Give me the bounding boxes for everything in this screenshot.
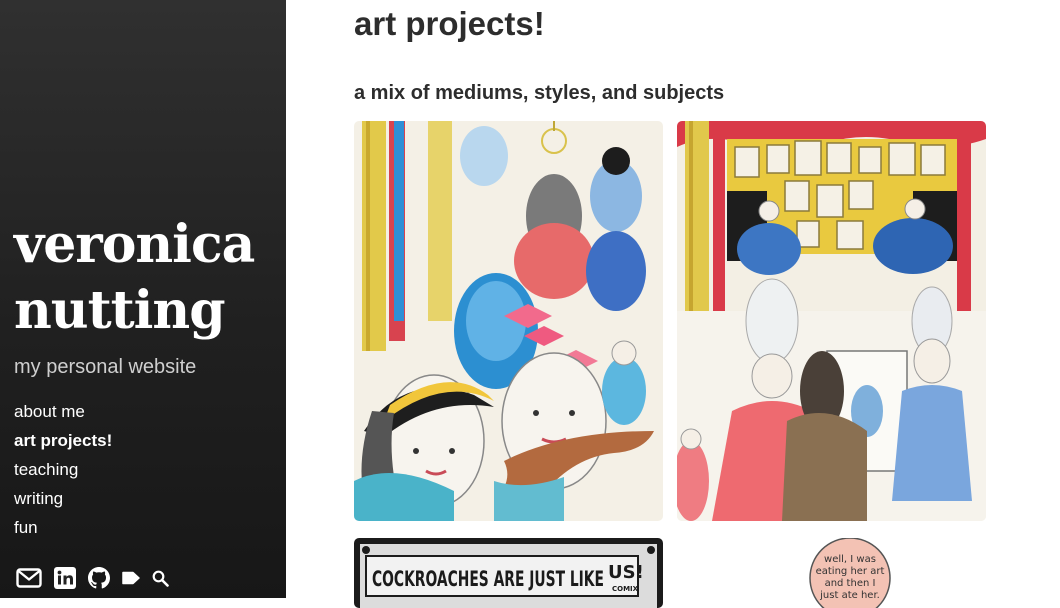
site-tagline: my personal website (14, 356, 197, 378)
artwork-tile-gallery-painting[interactable] (677, 121, 986, 521)
linkedin-icon[interactable] (54, 567, 76, 589)
nav-item-teaching[interactable]: teaching (14, 458, 112, 487)
nav-item-about-me[interactable]: about me (14, 400, 112, 429)
site-title-line1[interactable]: veronica (14, 212, 255, 278)
search-icon[interactable] (152, 570, 169, 587)
main-nav: about me art projects! teaching writing … (14, 400, 112, 545)
github-icon[interactable] (88, 567, 110, 589)
tag-icon[interactable] (122, 571, 140, 585)
page-title: art projects! (354, 5, 545, 42)
mail-icon[interactable] (16, 568, 42, 588)
comic-small: COMIX (612, 585, 639, 593)
sidebar: veronica nutting my personal website abo… (0, 0, 286, 598)
nav-item-fun[interactable]: fun (14, 516, 112, 545)
artwork-image (677, 121, 986, 521)
main-content: art projects! a mix of mediums, styles, … (354, 0, 1014, 608)
artwork-tile-versailles-portraits[interactable] (354, 121, 663, 521)
bubble-line-3: and then I (825, 578, 876, 589)
bubble-line-2: eating her art (816, 566, 885, 577)
bubble-line-4: just ate her. (819, 590, 880, 601)
site-title-line2[interactable]: nutting (14, 278, 254, 344)
site-title[interactable]: veronica nutting (14, 212, 255, 344)
page-subtitle: a mix of mediums, styles, and subjects (354, 82, 725, 104)
bubble-line-1: well, I was (824, 554, 876, 565)
nav-item-writing[interactable]: writing (14, 487, 112, 516)
artwork-image (354, 121, 663, 521)
comic-title: COCKROACHES ARE JUST LIKE (372, 567, 604, 591)
social-links (16, 567, 181, 589)
nav-item-art-projects[interactable]: art projects! (14, 429, 112, 458)
comic-badge: US! (608, 562, 644, 583)
